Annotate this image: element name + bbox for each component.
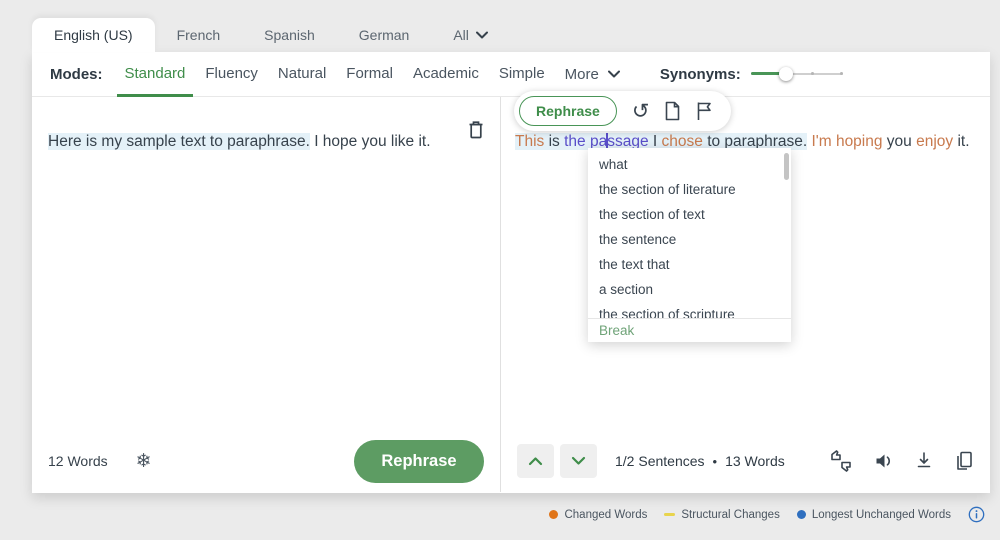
sentence-count: 1/2 Sentences [615,453,705,469]
chevron-down-icon [476,31,488,39]
input-text[interactable]: Here is my sample text to paraphrase. I … [32,97,500,153]
output-word[interactable]: you [883,133,917,150]
copy-icon[interactable] [954,450,974,472]
input-word-count: 12 Words [48,453,108,469]
output-actions [829,449,974,473]
tab-label: English (US) [54,27,133,43]
rephrase-button[interactable]: Rephrase [354,440,484,483]
tab-spanish[interactable]: Spanish [242,18,337,52]
output-word-count: 13 Words [725,453,785,469]
output-panel: Rephrase ↺ This is the passage I chose t… [501,97,990,492]
synonym-option-the-section-of-scripture[interactable]: the section of scripture [588,302,791,318]
slider-handle[interactable] [779,67,793,81]
tab-label: French [177,27,221,43]
new-document-icon[interactable] [664,101,681,121]
undo-icon[interactable]: ↺ [632,101,650,121]
dropdown-break-option[interactable]: Break [588,318,791,342]
legend-label: Changed Words [564,509,647,521]
input-bottom-bar: 12 Words ❄ Rephrase [32,430,500,492]
legend-label: Longest Unchanged Words [812,509,951,521]
download-icon[interactable] [915,451,933,471]
mode-formal[interactable]: Formal [336,52,403,96]
synonym-option-a-section[interactable]: a section [588,277,791,302]
speaker-icon[interactable] [874,452,894,470]
legend-changed-words: Changed Words [549,509,647,521]
info-icon[interactable] [968,506,985,523]
language-tabbar: English (US) French Spanish German All [32,18,510,52]
synonym-option-what[interactable]: what [588,152,791,177]
synonyms-label: Synonyms: [660,66,741,83]
dot-icon [549,510,558,519]
tab-english-us[interactable]: English (US) [32,18,155,52]
feedback-thumbs-icon[interactable] [829,449,853,473]
mode-standard[interactable]: Standard [115,52,196,96]
dot-icon [797,510,806,519]
tab-french[interactable]: French [155,18,243,52]
modes-more-button[interactable]: More [555,66,630,83]
legend-longest-unchanged-words: Longest Unchanged Words [797,509,951,521]
mode-academic[interactable]: Academic [403,52,489,96]
synonym-options-list: whatthe section of literaturethe section… [588,148,791,318]
synonym-option-the-section-of-literature[interactable]: the section of literature [588,177,791,202]
input-sentence-highlighted: Here is my sample text to paraphrase. [48,133,310,150]
previous-sentence-button[interactable] [517,444,554,478]
input-panel: Here is my sample text to paraphrase. I … [32,97,501,492]
modes-label: Modes: [50,66,103,83]
dropdown-scrollbar[interactable] [784,153,789,180]
mode-simple[interactable]: Simple [489,52,555,96]
synonym-option-the-section-of-text[interactable]: the section of text [588,202,791,227]
tab-label: All [453,27,469,43]
input-sentence-rest: I hope you like it. [310,133,431,150]
modes-more-label: More [565,66,599,83]
mode-natural[interactable]: Natural [268,52,336,96]
output-word[interactable]: is [544,133,564,150]
freeze-words-icon[interactable]: ❄ [136,450,152,472]
tab-german[interactable]: German [337,18,432,52]
synonym-option-the-sentence[interactable]: the sentence [588,227,791,252]
changed-word[interactable]: This [515,133,544,150]
flag-icon[interactable] [696,101,713,121]
synonyms-slider[interactable] [751,67,843,81]
paraphraser-card: Modes: StandardFluencyNaturalFormalAcade… [32,52,990,493]
modes-list: StandardFluencyNaturalFormalAcademicSimp… [115,52,555,96]
output-word[interactable]: it. [953,133,969,150]
output-sentence: I'm hoping you enjoy it. [807,133,969,150]
legend-label: Structural Changes [681,509,779,521]
synonym-option-the-text-that[interactable]: the text that [588,252,791,277]
stats-separator: • [713,454,718,469]
rephrase-toolbar: Rephrase ↺ [514,91,731,131]
tab-label: Spanish [264,27,315,43]
chevron-down-icon [608,70,620,78]
changed-word[interactable]: enjoy [916,133,953,150]
changed-word[interactable]: I'm hoping [807,133,882,150]
next-sentence-button[interactable] [560,444,597,478]
highlight-legend: Changed Words Structural Changes Longest U… [549,506,985,523]
synonym-dropdown: whatthe section of literaturethe section… [588,148,791,342]
mode-fluency[interactable]: Fluency [195,52,268,96]
legend-structural-changes: Structural Changes [664,509,779,521]
dash-icon [664,513,675,516]
tab-all[interactable]: All [431,18,510,52]
rephrase-again-button[interactable]: Rephrase [519,96,617,126]
tab-label: German [359,27,410,43]
output-bottom-bar: 1/2 Sentences • 13 Words [501,430,990,492]
legend-items: Changed Words Structural Changes Longest U… [549,509,951,521]
slider-tick [840,72,843,75]
trash-icon[interactable] [464,117,488,143]
output-stats: 1/2 Sentences • 13 Words [615,453,785,469]
modes-row: Modes: StandardFluencyNaturalFormalAcade… [32,52,990,97]
